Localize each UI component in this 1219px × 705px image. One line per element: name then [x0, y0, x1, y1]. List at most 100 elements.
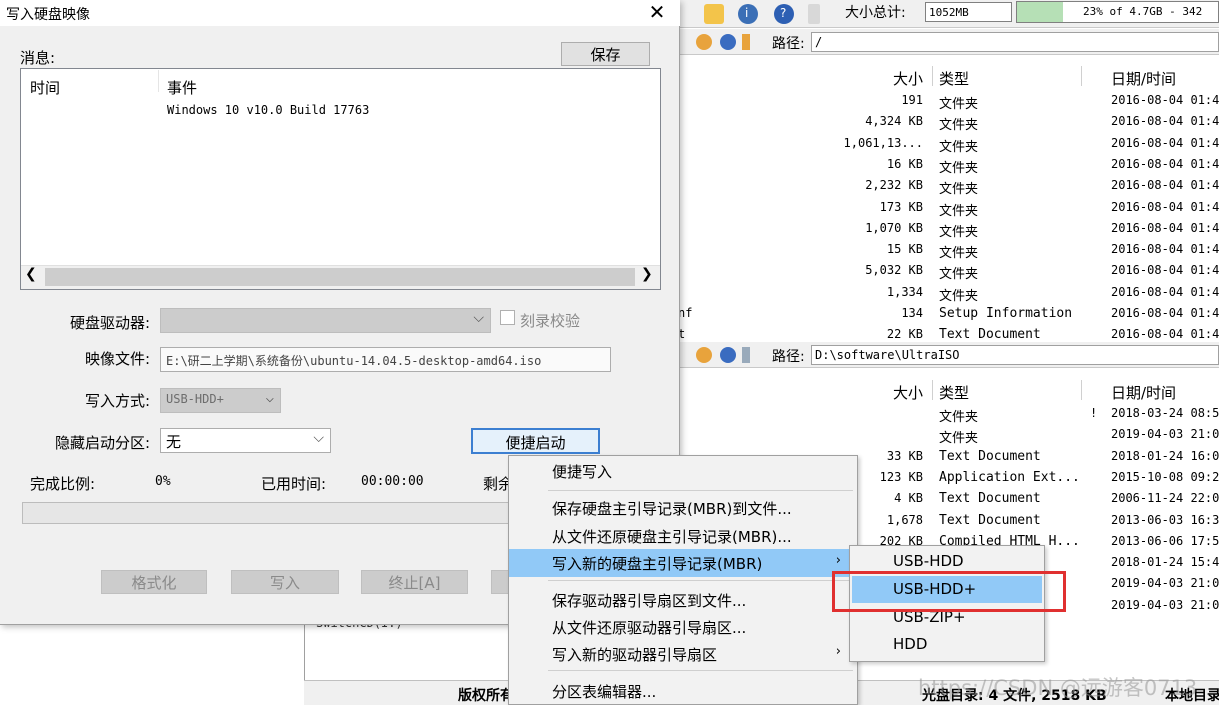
gear-icon[interactable] [720, 34, 736, 50]
dialog-title: 写入硬盘映像 [6, 7, 90, 23]
file-date: 2016-08-04 01:4 [1111, 306, 1219, 320]
header-type[interactable]: 类型 [939, 68, 969, 89]
file-date: 2016-08-04 01:4 [1111, 284, 1219, 299]
menu-item[interactable]: 便捷写入 [509, 457, 856, 485]
menu-item-label: 写入新的硬盘主引导记录(MBR) [552, 555, 763, 573]
file-row[interactable]: 173 KB 文件夹 2016-08-04 01:4 [680, 197, 1219, 219]
image-file-input[interactable]: E:\研二上学期\系统备份\ubuntu-14.04.5-desktop-amd… [160, 347, 611, 372]
file-row[interactable]: 15 KB 文件夹 2016-08-04 01:4 [680, 239, 1219, 261]
file-row[interactable]: 文件夹 2019-04-03 21:0 [680, 424, 1219, 446]
column-divider[interactable] [158, 70, 159, 92]
submenu-item[interactable]: HDD [852, 631, 1042, 658]
folder-icon[interactable] [742, 347, 750, 363]
file-date: 2016-08-04 01:4 [1111, 242, 1219, 257]
chevron-down-icon: ⌵ [265, 390, 274, 406]
menu-item[interactable]: 保存驱动器引导扇区到文件... [509, 586, 856, 614]
file-size: 173 KB [879, 199, 923, 214]
total-size-value: 1052MB [925, 2, 1012, 22]
file-row[interactable]: 5,032 KB 文件夹 2016-08-04 01:4 [680, 260, 1219, 282]
info-icon[interactable]: i [738, 4, 758, 24]
write-button[interactable]: 写入 [231, 570, 339, 594]
file-date: 2016-08-04 01:4 [1111, 156, 1219, 171]
menu-item[interactable]: 分区表编辑器... [509, 677, 856, 705]
file-type: 文件夹 [939, 118, 979, 134]
file-row[interactable]: 1,334 文件夹 2016-08-04 01:4 [680, 282, 1219, 304]
menu-item[interactable]: 保存硬盘主引导记录(MBR)到文件... [509, 494, 856, 522]
file-type: 文件夹 [939, 139, 979, 155]
disk-drive-select[interactable]: ⌵ [160, 308, 491, 333]
disk-drive-label: 硬盘驱动器: [69, 314, 150, 332]
quick-boot-button[interactable]: 便捷启动 [471, 428, 600, 454]
chevron-right-icon: › [835, 644, 841, 659]
menu-item[interactable]: 从文件还原硬盘主引导记录(MBR)... [509, 522, 856, 550]
scroll-left-icon[interactable]: ❮ [25, 266, 37, 282]
column-time[interactable]: 时间 [30, 77, 60, 98]
file-row[interactable]: 191 文件夹 2016-08-04 01:4 [680, 90, 1219, 112]
column-event[interactable]: 事件 [167, 77, 197, 98]
menu-item[interactable]: 从文件还原驱动器引导扇区... [509, 613, 856, 641]
file-type: 文件夹 [939, 203, 979, 219]
stop-button[interactable]: 终止[A] [361, 570, 468, 594]
close-icon[interactable]: ✕ [646, 1, 668, 23]
write-method-select[interactable]: USB-HDD+ ⌵ [160, 388, 281, 413]
menu-item-label: 便捷写入 [552, 463, 613, 481]
file-type: 文件夹 [939, 410, 979, 425]
file-row[interactable]: 4,324 KB 文件夹 2016-08-04 01:4 [680, 111, 1219, 134]
save-button[interactable]: 保存 [561, 42, 650, 66]
menu-item-label: 保存驱动器引导扇区到文件... [552, 592, 747, 610]
file-type: Application Ext... [939, 469, 1080, 485]
add-icon[interactable] [696, 347, 712, 363]
menu-item[interactable]: 写入新的驱动器引导扇区 › [509, 640, 856, 668]
hidden-partition-select[interactable]: 无 ⌵ [160, 428, 331, 453]
format-button[interactable]: 格式化 [101, 570, 207, 594]
iso-path-input[interactable]: / [811, 32, 1219, 52]
menu-separator [548, 580, 853, 581]
message-list [20, 68, 661, 290]
file-row[interactable]: 1,070 KB 文件夹 2016-08-04 01:4 [680, 218, 1219, 240]
iso-list-header: 大小 类型 日期/时间 [680, 64, 1219, 88]
messages-label: 消息: [20, 49, 56, 67]
menu-separator [548, 670, 853, 671]
local-path-input[interactable]: D:\software\UltraISO [811, 345, 1219, 365]
folder-icon[interactable] [742, 34, 750, 50]
file-date: 2016-08-04 01:4 [1111, 220, 1219, 235]
add-icon[interactable] [696, 34, 712, 50]
toolbar-separator-icon [808, 4, 820, 24]
file-date: 2016-08-04 01:4 [1111, 114, 1219, 129]
header-size[interactable]: 大小 [893, 382, 923, 403]
elapsed-value: 00:00:00 [361, 474, 424, 489]
file-type: 文件夹 [939, 288, 979, 304]
file-row[interactable]: 2,232 KB 文件夹 2016-08-04 01:4 [680, 175, 1219, 197]
file-size: 4 KB [894, 491, 923, 506]
capacity-bar-fill [1017, 2, 1064, 22]
capacity-bar: 23% of 4.7GB - 342 [1016, 1, 1219, 23]
write-method-label: 写入方式: [84, 392, 150, 410]
header-size[interactable]: 大小 [893, 68, 923, 89]
file-size: 123 KB [879, 469, 923, 484]
gear-icon[interactable] [720, 347, 736, 363]
file-type: Text Document [939, 327, 1041, 343]
file-size: 1,334 [886, 284, 923, 299]
extract-icon[interactable] [704, 4, 724, 24]
file-size: 191 [901, 93, 923, 107]
chevron-down-icon: ⌵ [313, 430, 324, 446]
file-size: 2,232 KB [865, 178, 923, 193]
menu-item[interactable]: 写入新的硬盘主引导记录(MBR) › [509, 549, 856, 577]
file-row[interactable]: nf 134 Setup Information 2016-08-04 01:4 [678, 303, 1219, 324]
verify-checkbox[interactable] [500, 310, 515, 325]
scroll-right-icon[interactable]: ❯ [641, 266, 653, 282]
file-date: 2016-08-04 01:4 [1111, 135, 1219, 150]
file-row[interactable]: 1,061,13... 文件夹 2016-08-04 01:4 [680, 133, 1219, 155]
help-icon[interactable]: ? [774, 4, 794, 24]
menu-separator [548, 490, 853, 491]
file-row[interactable]: 文件夹! 2018-03-24 08:5 [680, 403, 1219, 425]
file-size: 16 KB [886, 156, 923, 171]
file-type: Text Document [939, 512, 1041, 528]
write-progress-bar [22, 502, 512, 524]
path-label: 路径: [772, 36, 805, 52]
file-row[interactable]: 16 KB 文件夹 2016-08-04 01:4 [680, 154, 1219, 176]
header-type[interactable]: 类型 [939, 382, 969, 403]
header-date[interactable]: 日期/时间 [1111, 68, 1176, 89]
scrollbar-thumb[interactable] [45, 268, 635, 286]
header-date[interactable]: 日期/时间 [1111, 382, 1176, 403]
